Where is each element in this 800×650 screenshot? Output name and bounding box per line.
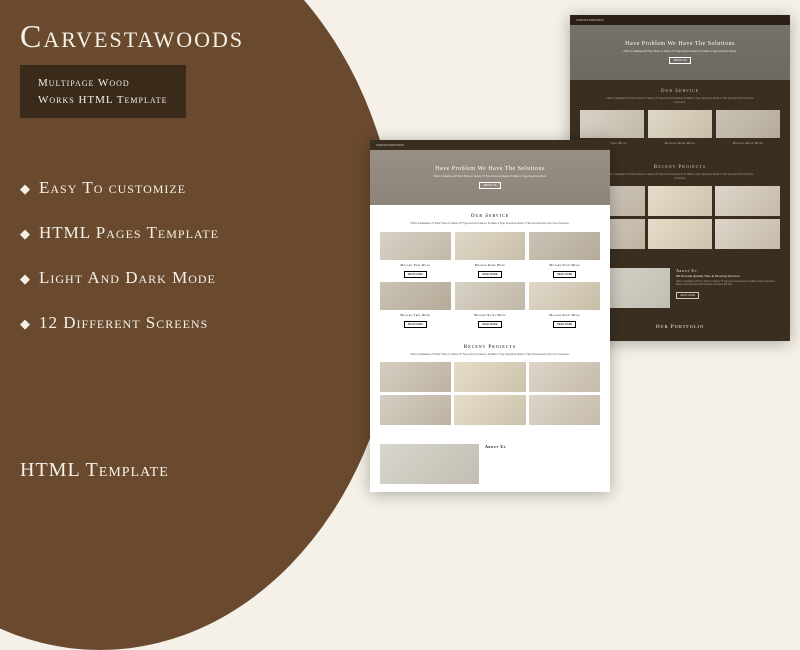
mock-card-button: READ MORE bbox=[478, 271, 501, 278]
feature-item: ◆ 12 Different Screens bbox=[20, 313, 340, 333]
mock-card-title: Wooden Home Work bbox=[455, 260, 526, 270]
mock-thumb bbox=[529, 362, 600, 392]
mock-about-text: About Us We Provide Quality Tiles & Floo… bbox=[676, 268, 780, 299]
mock-section-subtitle: Offers A Database Of Floor Plans In Vari… bbox=[605, 97, 755, 104]
mock-card-title: Wooden Door Work bbox=[716, 138, 780, 148]
diamond-icon: ◆ bbox=[20, 271, 31, 287]
product-badge: Multipage Wood Works HTML Template bbox=[20, 65, 186, 118]
template-preview-light: CARVESTAWOODS Have Problem We Have The S… bbox=[370, 140, 610, 492]
mock-hero-subtitle: Offers A Database Of Floor Plans In Vari… bbox=[433, 175, 546, 179]
mock-service-grid: Wooden Tray WoodREAD MORE Wooden Home Wo… bbox=[380, 232, 600, 328]
mock-section-heading: Our Service bbox=[380, 213, 600, 219]
mock-about-heading: About Us bbox=[676, 268, 780, 273]
mock-hero-button: ABOUT US bbox=[479, 182, 502, 189]
feature-text: HTML Pages Template bbox=[39, 223, 219, 242]
bottom-label: HTML Template bbox=[20, 459, 169, 482]
mock-section-heading: Our Service bbox=[580, 88, 780, 94]
feature-text: Light And Dark Mode bbox=[39, 268, 216, 287]
mock-card: Wooden Door WorkREAD MORE bbox=[529, 282, 600, 328]
mock-hero-subtitle: Offers A Database Of Floor Plans In Vari… bbox=[623, 50, 736, 54]
feature-list: ◆Easy To customize ◆HTML Pages Template … bbox=[20, 178, 340, 333]
mock-card-button: READ MORE bbox=[553, 271, 576, 278]
feature-text: 12 Different Screens bbox=[39, 313, 208, 332]
mock-card: Wooden Door WorkREAD MORE bbox=[529, 232, 600, 278]
mock-thumb bbox=[380, 282, 451, 310]
mock-card-title: Wooden Home Work bbox=[648, 138, 712, 148]
mock-section-subtitle: Offers A Database Of Floor Plans In Vari… bbox=[605, 173, 755, 180]
mock-project-grid bbox=[380, 362, 600, 392]
mock-thumb bbox=[715, 186, 780, 216]
mock-thumb bbox=[454, 395, 525, 425]
mock-card-title: Wooden Door Work bbox=[529, 260, 600, 270]
mock-thumb bbox=[529, 395, 600, 425]
mock-card: Wooden Door Work bbox=[716, 110, 780, 148]
mock-about-button: READ MORE bbox=[676, 292, 699, 299]
mock-nav: CARVESTAWOODS bbox=[570, 15, 790, 25]
diamond-icon: ◆ bbox=[20, 316, 31, 332]
feature-item: ◆ Light And Dark Mode bbox=[20, 268, 340, 288]
diamond-icon: ◆ bbox=[20, 181, 31, 197]
mock-brand: CARVESTAWOODS bbox=[376, 143, 403, 147]
mock-card-button: READ MORE bbox=[404, 321, 427, 328]
mock-card: Wooden Yard WorkREAD MORE bbox=[380, 282, 451, 328]
diamond-icon: ◆ bbox=[20, 226, 31, 242]
mock-card-button: READ MORE bbox=[478, 321, 501, 328]
mock-card-title: Wooden Yard Work bbox=[380, 310, 451, 320]
feature-text: Easy To customize bbox=[39, 178, 186, 197]
product-title: Carvestawoods bbox=[20, 18, 340, 55]
mock-about-section: About Us bbox=[370, 436, 610, 492]
mock-project-grid bbox=[380, 395, 600, 425]
mock-card-title: Wooden Tray Wood bbox=[380, 260, 451, 270]
mock-thumb bbox=[454, 362, 525, 392]
mock-thumb bbox=[529, 282, 600, 310]
mock-card: Wooden Tray WoodREAD MORE bbox=[380, 232, 451, 278]
feature-item: ◆ Easy To customize bbox=[20, 178, 340, 198]
mock-section-heading: Recent Projects bbox=[580, 164, 780, 170]
mock-thumb bbox=[529, 232, 600, 260]
mock-about-text: About Us bbox=[485, 444, 600, 451]
mock-thumb bbox=[715, 219, 780, 249]
mock-hero-title: Have Problem We Have The Solutions bbox=[435, 166, 545, 172]
mock-service-section: Our Service Offers A Database Of Floor P… bbox=[370, 205, 610, 336]
mock-thumb bbox=[648, 186, 713, 216]
mock-service-grid: Wooden Tray Wood Wooden Home Work Wooden… bbox=[580, 110, 780, 148]
mock-thumb bbox=[455, 232, 526, 260]
mock-brand: CARVESTAWOODS bbox=[576, 18, 603, 22]
mock-about-heading: About Us bbox=[485, 444, 600, 449]
mock-about-body: Offers A Database Of Floor Plans In Vari… bbox=[676, 281, 780, 288]
mock-thumb bbox=[380, 395, 451, 425]
mock-thumb bbox=[648, 110, 712, 138]
mock-project-grid bbox=[580, 219, 780, 249]
promo-panel: Carvestawoods Multipage Wood Works HTML … bbox=[20, 18, 340, 358]
mock-projects-section: Recent Projects Offers A Database Of Flo… bbox=[370, 336, 610, 437]
mock-hero-title: Have Problem We Have The Solutions bbox=[625, 41, 735, 47]
mock-hero: Have Problem We Have The Solutions Offer… bbox=[570, 25, 790, 80]
mock-nav: CARVESTAWOODS bbox=[370, 140, 610, 150]
mock-hero-button: ABOUT US bbox=[669, 57, 692, 64]
mock-card-button: READ MORE bbox=[404, 271, 427, 278]
mock-card: Wooden Home WorkREAD MORE bbox=[455, 232, 526, 278]
mock-section-subtitle: Offers A Database Of Floor Plans In Vari… bbox=[408, 222, 573, 226]
mock-card: Wooden Home Work bbox=[648, 110, 712, 148]
badge-line-2: Works HTML Template bbox=[38, 92, 168, 109]
mock-section-subtitle: Offers A Database Of Floor Plans In Vari… bbox=[408, 353, 573, 357]
mock-thumb bbox=[380, 362, 451, 392]
mock-card-button: READ MORE bbox=[553, 321, 576, 328]
badge-line-1: Multipage Wood bbox=[38, 75, 168, 92]
mock-about-subheading: We Provide Quality Tiles & Flooring Serv… bbox=[676, 275, 780, 279]
mock-thumb bbox=[380, 232, 451, 260]
feature-item: ◆ HTML Pages Template bbox=[20, 223, 340, 243]
mock-project-grid bbox=[580, 186, 780, 216]
mock-thumb bbox=[455, 282, 526, 310]
mock-section-heading: Recent Projects bbox=[380, 344, 600, 350]
mock-thumb bbox=[648, 219, 713, 249]
mock-card: Wooden Story WorkREAD MORE bbox=[455, 282, 526, 328]
mock-section-heading: Our Portfolio bbox=[580, 324, 780, 330]
mock-about-image bbox=[380, 444, 479, 484]
mock-thumb bbox=[580, 110, 644, 138]
mock-card-title: Wooden Story Work bbox=[455, 310, 526, 320]
mock-card-title: Wooden Door Work bbox=[529, 310, 600, 320]
mock-thumb bbox=[716, 110, 780, 138]
mock-hero: Have Problem We Have The Solutions Offer… bbox=[370, 150, 610, 205]
